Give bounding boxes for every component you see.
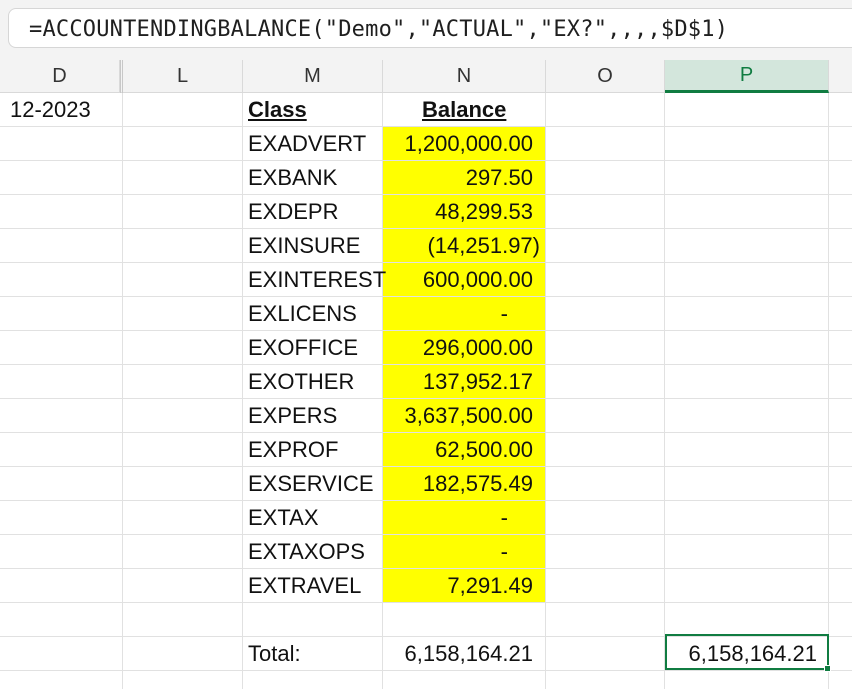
class-header[interactable]: Class bbox=[248, 93, 307, 127]
balance-cell[interactable]: - bbox=[382, 297, 508, 331]
balance-cell[interactable]: - bbox=[382, 535, 508, 569]
column-header-partial[interactable] bbox=[829, 60, 852, 92]
balance-cell[interactable]: - bbox=[382, 501, 508, 535]
balance-cell[interactable]: 182,575.49 bbox=[382, 467, 533, 501]
total-value[interactable]: 6,158,164.21 bbox=[382, 637, 533, 671]
column-header-l[interactable]: L bbox=[123, 60, 243, 92]
class-cell[interactable]: EXADVERT bbox=[248, 127, 366, 161]
fill-handle[interactable] bbox=[824, 665, 831, 672]
class-cell[interactable]: EXINTEREST bbox=[248, 263, 386, 297]
class-cell[interactable]: EXSERVICE bbox=[248, 467, 374, 501]
hidden-columns-separator[interactable] bbox=[120, 60, 123, 93]
balance-cell[interactable]: 3,637,500.00 bbox=[382, 399, 533, 433]
balance-cell[interactable]: 296,000.00 bbox=[382, 331, 533, 365]
balance-cell[interactable]: 1,200,000.00 bbox=[382, 127, 533, 161]
class-cell[interactable]: EXINSURE bbox=[248, 229, 360, 263]
class-cell[interactable]: EXOTHER bbox=[248, 365, 354, 399]
class-cell[interactable]: EXBANK bbox=[248, 161, 337, 195]
balance-cell[interactable]: 297.50 bbox=[382, 161, 533, 195]
formula-text: =ACCOUNTENDINGBALANCE("Demo","ACTUAL","E… bbox=[29, 17, 729, 42]
balance-cell[interactable]: 600,000.00 bbox=[382, 263, 533, 297]
balance-cell[interactable]: 137,952.17 bbox=[382, 365, 533, 399]
class-cell[interactable]: EXTAX bbox=[248, 501, 319, 535]
class-cell[interactable]: EXLICENS bbox=[248, 297, 357, 331]
balance-cell[interactable]: 48,299.53 bbox=[382, 195, 533, 229]
column-header-row: D L M N O P bbox=[0, 60, 852, 93]
class-cell[interactable]: EXPERS bbox=[248, 399, 337, 433]
formula-bar-area: =ACCOUNTENDINGBALANCE("Demo","ACTUAL","E… bbox=[0, 0, 852, 60]
column-header-m[interactable]: M bbox=[243, 60, 383, 92]
formula-input[interactable]: =ACCOUNTENDINGBALANCE("Demo","ACTUAL","E… bbox=[8, 8, 852, 48]
column-header-p[interactable]: P bbox=[665, 60, 829, 93]
column-header-o[interactable]: O bbox=[546, 60, 665, 92]
class-cell[interactable]: EXDEPR bbox=[248, 195, 338, 229]
active-cell-border[interactable] bbox=[665, 634, 829, 670]
class-cell[interactable]: EXTRAVEL bbox=[248, 569, 361, 603]
class-cell[interactable]: EXOFFICE bbox=[248, 331, 358, 365]
class-cell[interactable]: EXPROF bbox=[248, 433, 338, 467]
column-header-n[interactable]: N bbox=[383, 60, 546, 92]
total-label[interactable]: Total: bbox=[248, 637, 301, 671]
cell-d1-date[interactable]: 12-2023 bbox=[10, 93, 91, 127]
class-cell[interactable]: EXTAXOPS bbox=[248, 535, 365, 569]
column-header-d[interactable]: D bbox=[0, 60, 120, 92]
spreadsheet-grid[interactable]: 12-2023 Class Balance EXADVERT 1,200,000… bbox=[0, 93, 852, 689]
balance-header[interactable]: Balance bbox=[422, 93, 506, 127]
balance-cell[interactable]: 62,500.00 bbox=[382, 433, 533, 467]
balance-cell[interactable]: 7,291.49 bbox=[382, 569, 533, 603]
balance-cell[interactable]: (14,251.97) bbox=[382, 229, 540, 263]
